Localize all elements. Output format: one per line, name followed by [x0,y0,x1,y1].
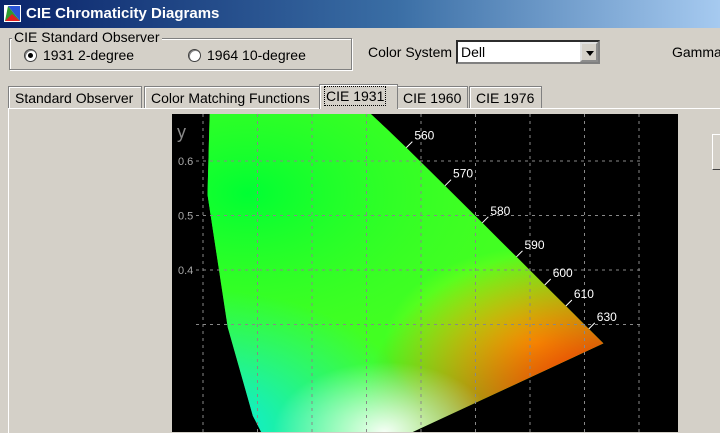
wavelength-label: 560 [414,129,434,143]
wavelength-label: 580 [490,204,510,218]
radio-1931[interactable]: 1931 2-degree [24,47,134,63]
title-bar: CIE Chromaticity Diagrams [0,0,720,28]
tab-standard-observer[interactable]: Standard Observer [8,86,142,108]
app-icon [4,5,21,22]
window-title: CIE Chromaticity Diagrams [26,5,220,22]
radio-unchecked-icon[interactable] [188,48,201,62]
dropdown-arrow-icon[interactable] [580,42,598,62]
y-tick-label: 0.5 [178,211,193,223]
wavelength-label: 610 [574,287,594,301]
color-system-select[interactable]: Dell [456,40,600,64]
color-system-value: Dell [461,44,486,60]
y-tick-label: 0.4 [178,265,193,277]
chromaticity-chart: 0.80.70.60.50.4 510520530540550560570580… [172,114,678,432]
radio-1964-label: 1964 10-degree [207,47,306,63]
wavelength-label: 590 [524,238,544,252]
y-axis-label: y [177,122,186,142]
tab-cie-1931[interactable]: CIE 1931 [319,84,398,109]
tab-cie-1976[interactable]: CIE 1976 [469,86,542,108]
tab-color-matching-functions[interactable]: Color Matching Functions [144,86,320,108]
y-tick-label: 0.6 [178,156,193,168]
radio-1931-label: 1931 2-degree [43,47,135,63]
tab-cie-1960[interactable]: CIE 1960 [396,86,468,108]
observer-legend: CIE Standard Observer [12,29,162,45]
side-button[interactable] [712,134,720,170]
wavelength-label: 600 [553,266,573,280]
color-system-label: Color System [368,44,453,60]
wavelength-label: 630 [597,310,617,324]
gamma-label: Gamma [672,44,720,60]
radio-checked-icon[interactable] [24,48,37,62]
radio-1964[interactable]: 1964 10-degree [188,47,306,63]
wavelength-label: 570 [453,167,473,181]
